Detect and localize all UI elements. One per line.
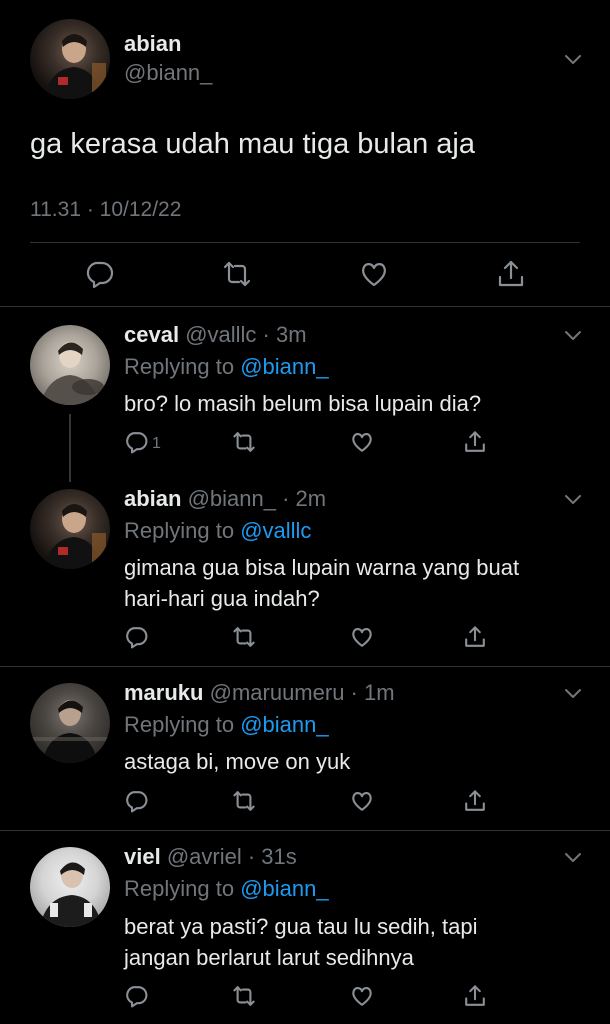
reply-icon[interactable] — [84, 259, 114, 289]
replying-to-label: Replying to — [124, 354, 235, 379]
avatar-image — [30, 700, 110, 763]
avatar-image — [44, 504, 106, 569]
reply-text-line: hari-hari gua indah? — [124, 586, 320, 611]
reply-text-line: gimana gua bisa lupain warna yang buat — [124, 555, 520, 580]
like-icon[interactable] — [359, 259, 389, 289]
replying-to-handle[interactable]: @biann_ — [240, 354, 328, 379]
divider — [30, 242, 580, 243]
replying-to-label: Replying to — [124, 518, 235, 543]
replying-to: Replying to @biann_ — [124, 712, 329, 738]
replying-to: Replying to @biann_ — [124, 876, 329, 902]
retweet-icon[interactable] — [232, 984, 256, 1008]
share-icon[interactable] — [463, 984, 487, 1008]
avatar-ceval[interactable] — [30, 325, 110, 405]
reply-count: 1 — [152, 435, 161, 452]
handle-time[interactable]: @valllc · 3m — [185, 322, 306, 347]
reply-icon[interactable] — [124, 625, 148, 649]
tweet-timestamp[interactable]: 11.31 · 10/12/22 — [30, 198, 181, 222]
avatar-image — [40, 342, 104, 405]
retweet-icon[interactable] — [232, 625, 256, 649]
replying-to-label: Replying to — [124, 876, 235, 901]
tweet-text: ga kerasa udah mau tiga bulan aja — [30, 128, 475, 160]
replying-to-label: Replying to — [124, 712, 235, 737]
handle-time[interactable]: @biann_ · 2m — [188, 486, 327, 511]
divider — [0, 666, 610, 667]
divider — [0, 306, 610, 307]
share-icon[interactable] — [496, 259, 526, 289]
like-icon[interactable] — [350, 984, 374, 1008]
replying-to-handle[interactable]: @valllc — [240, 518, 311, 543]
chevron-down-icon[interactable] — [564, 688, 582, 700]
reply-header: ceval @valllc · 3m — [124, 322, 307, 348]
avatar-image — [40, 862, 102, 927]
replying-to-handle[interactable]: @biann_ — [240, 712, 328, 737]
reply-text: gimana gua bisa lupain warna yang buat h… — [124, 552, 519, 614]
avatar-maruku[interactable] — [30, 683, 110, 763]
reply-text: astaga bi, move on yuk — [124, 746, 350, 777]
reply-text-line: astaga bi, move on yuk — [124, 749, 351, 774]
thread-line — [69, 414, 71, 482]
reply-text-line: bro? lo masih belum bisa lupain dia? — [124, 391, 482, 416]
like-icon[interactable] — [350, 789, 374, 813]
author-handle[interactable]: @biann_ — [124, 60, 212, 86]
author-name[interactable]: abian — [124, 486, 181, 511]
reply-text-line: berat ya pasti? gua tau lu sedih, tapi — [124, 914, 478, 939]
author-name[interactable]: abian — [124, 31, 181, 57]
reply-text-line: jangan berlarut larut sedihnya — [124, 945, 414, 970]
share-icon[interactable] — [463, 430, 487, 454]
reply-icon[interactable] — [124, 430, 148, 454]
avatar-viel[interactable] — [30, 847, 110, 927]
author-name[interactable]: viel — [124, 844, 161, 869]
chevron-down-icon[interactable] — [564, 54, 582, 66]
chevron-down-icon[interactable] — [564, 852, 582, 864]
author-name[interactable]: ceval — [124, 322, 179, 347]
like-icon[interactable] — [350, 625, 374, 649]
handle-time[interactable]: @maruumeru · 1m — [210, 680, 395, 705]
reply-header: abian @biann_ · 2m — [124, 486, 326, 512]
avatar-abian[interactable] — [30, 489, 110, 569]
reply-header: maruku @maruumeru · 1m — [124, 680, 395, 706]
reply-text: bro? lo masih belum bisa lupain dia? — [124, 388, 481, 419]
divider — [0, 830, 610, 831]
share-icon[interactable] — [463, 789, 487, 813]
chevron-down-icon[interactable] — [564, 330, 582, 342]
replying-to: Replying to @biann_ — [124, 354, 329, 380]
reply-header: viel @avriel · 31s — [124, 844, 297, 870]
avatar-image — [44, 34, 106, 99]
share-icon[interactable] — [463, 625, 487, 649]
avatar-abian[interactable] — [30, 19, 110, 99]
retweet-icon[interactable] — [232, 789, 256, 813]
replying-to: Replying to @valllc — [124, 518, 311, 544]
retweet-icon[interactable] — [222, 259, 252, 289]
reply-icon[interactable] — [124, 984, 148, 1008]
replying-to-handle[interactable]: @biann_ — [240, 876, 328, 901]
retweet-icon[interactable] — [232, 430, 256, 454]
chevron-down-icon[interactable] — [564, 494, 582, 506]
reply-icon[interactable] — [124, 789, 148, 813]
author-name[interactable]: maruku — [124, 680, 203, 705]
reply-text: berat ya pasti? gua tau lu sedih, tapi j… — [124, 911, 477, 973]
handle-time[interactable]: @avriel · 31s — [167, 844, 297, 869]
like-icon[interactable] — [350, 430, 374, 454]
